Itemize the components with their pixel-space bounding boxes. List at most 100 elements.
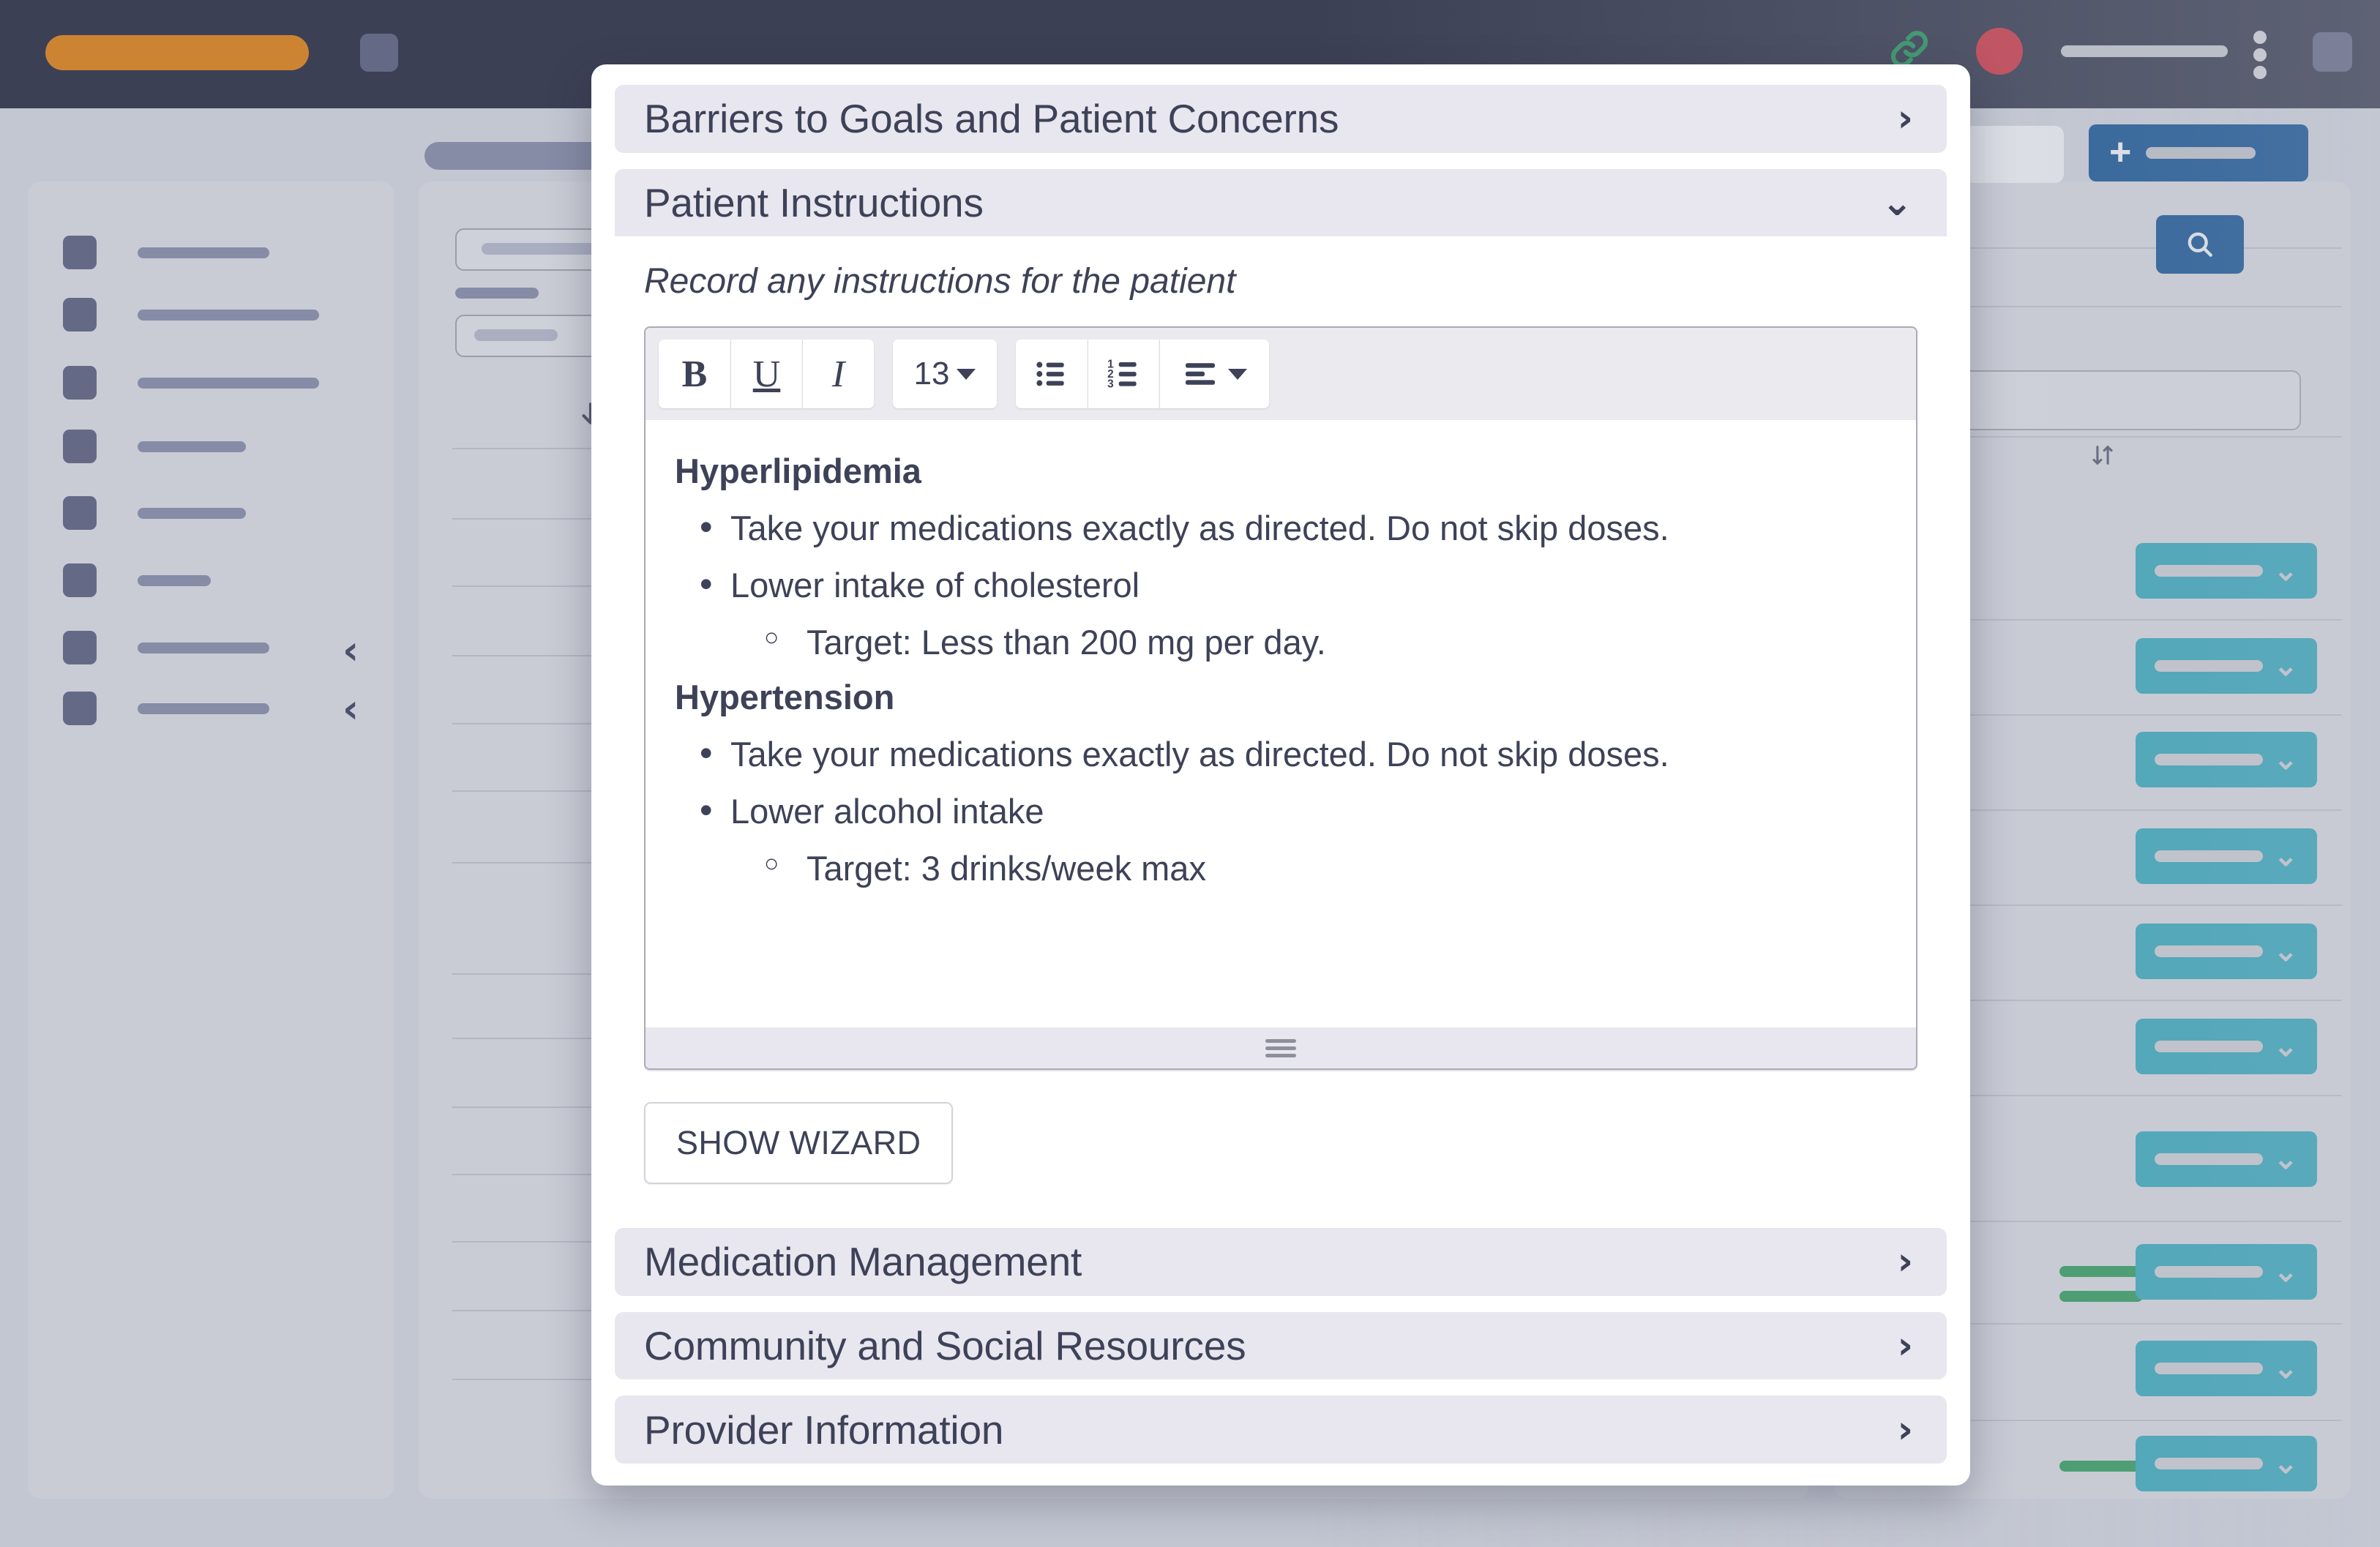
row-action-select[interactable]: ⌄ — [2136, 638, 2317, 694]
patient-plan-dialog: Barriers to Goals and Patient Concerns ›… — [591, 64, 1970, 1486]
list-divider — [452, 1310, 596, 1311]
list-divider — [452, 1106, 596, 1108]
list-item-nested: Target: Less than 200 mg per day. — [675, 620, 1887, 665]
section-subtitle: Record any instructions for the patient — [644, 262, 1236, 301]
sidebar-item[interactable] — [63, 430, 246, 463]
row-action-select[interactable]: ⌄ — [2136, 1019, 2317, 1074]
row-divider — [1945, 1095, 2342, 1096]
list-item-nested: Target: 3 drinks/week max — [675, 846, 1887, 891]
sidebar-item[interactable] — [63, 366, 319, 400]
row-action-value — [2155, 565, 2263, 577]
bold-button[interactable]: B — [659, 340, 730, 409]
row-divider — [1945, 1000, 2342, 1001]
accordion-provider-information[interactable]: Provider Information › — [615, 1396, 1947, 1464]
sidebar-item-icon — [63, 298, 97, 332]
chevron-down-icon: ⌄ — [2273, 1143, 2298, 1175]
chevron-down-icon: ⌄ — [2273, 650, 2298, 682]
row-action-value — [2155, 660, 2263, 672]
numbered-list-icon: 1 2 3 — [1107, 359, 1137, 391]
list-divider — [452, 655, 596, 656]
chevron-right-icon: › — [1897, 1407, 1913, 1452]
row-action-select[interactable]: ⌄ — [2136, 828, 2317, 884]
list-divider — [452, 518, 596, 520]
sidebar-item-icon — [63, 631, 97, 664]
numbered-list-button[interactable]: 1 2 3 — [1088, 340, 1159, 409]
row-divider — [1945, 714, 2342, 716]
content-heading: Hyperlipidemia — [675, 452, 921, 491]
search-button[interactable] — [2156, 215, 2244, 274]
row-action-value — [2155, 754, 2263, 765]
list-item: Take your medications exactly as directe… — [675, 503, 1887, 551]
font-size-select[interactable]: 13 — [893, 340, 997, 409]
italic-button[interactable]: I — [802, 340, 874, 409]
sidebar-item-label — [138, 247, 269, 258]
right-panel-divider — [1947, 247, 2342, 249]
row-action-select[interactable]: ⌄ — [2136, 543, 2317, 599]
sidebar-item[interactable] — [63, 631, 269, 664]
sort-icon[interactable] — [2090, 438, 2115, 473]
list-item: Lower alcohol intake — [675, 786, 1887, 834]
row-action-select[interactable]: ⌄ — [2136, 732, 2317, 787]
underline-button[interactable]: U — [730, 340, 802, 409]
accordion-medication-management[interactable]: Medication Management › — [615, 1228, 1947, 1296]
sidebar-item-icon — [63, 430, 97, 463]
list-divider — [452, 448, 596, 449]
row-action-select[interactable]: ⌄ — [2136, 1131, 2317, 1187]
list-item: Take your medications exactly as directe… — [675, 729, 1887, 777]
accordion-community-social-resources[interactable]: Community and Social Resources › — [615, 1311, 1947, 1380]
row-action-select[interactable]: ⌄ — [2136, 924, 2317, 979]
editor-resize-handle[interactable] — [645, 1027, 1916, 1069]
sidebar-item[interactable] — [63, 563, 211, 597]
content-list: Take your medications exactly as directe… — [675, 729, 1887, 891]
sidebar-item-icon — [63, 496, 97, 530]
grip-icon — [1265, 1035, 1296, 1061]
list-divider — [452, 1174, 596, 1175]
avatar[interactable] — [1976, 28, 2023, 75]
middle-filter-label — [455, 288, 539, 299]
more-vertical-icon[interactable] — [2253, 31, 2267, 79]
font-size-value: 13 — [913, 356, 950, 392]
row-divider — [1945, 1323, 2342, 1325]
accordion-title: Barriers to Goals and Patient Concerns — [644, 96, 1339, 142]
content-list: Take your medications exactly as directe… — [675, 503, 1887, 665]
chevron-left-icon[interactable]: ‹ — [343, 631, 359, 670]
row-action-select[interactable]: ⌄ — [2136, 1244, 2317, 1300]
topbar-apps-button[interactable] — [2313, 32, 2352, 72]
row-action-select[interactable]: ⌄ — [2136, 1341, 2317, 1396]
accordion-title: Medication Management — [644, 1239, 1082, 1285]
accordion-barriers-to-goals[interactable]: Barriers to Goals and Patient Concerns › — [615, 85, 1947, 153]
font-size-group: 13 — [893, 340, 997, 409]
row-action-select[interactable]: ⌄ — [2136, 1436, 2317, 1491]
right-toolbar-chip[interactable] — [1964, 126, 2064, 183]
row-action-value — [2155, 1153, 2263, 1165]
sidebar-item[interactable] — [63, 692, 269, 725]
list-divider — [452, 1241, 596, 1243]
sidebar-item[interactable] — [63, 298, 319, 332]
add-button[interactable]: + — [2089, 124, 2308, 181]
chevron-down-icon: ⌄ — [1881, 180, 1913, 225]
list-item: Lower intake of cholesterol — [675, 560, 1887, 608]
sidebar-item-label — [138, 507, 246, 519]
middle-filter-value — [474, 329, 558, 341]
rich-text-editor: B U I 13 1 2 3 Hyperlipidemia • Take you… — [644, 326, 1917, 1071]
show-wizard-button[interactable]: SHOW WIZARD — [644, 1102, 954, 1185]
add-button-label — [2146, 147, 2256, 159]
editor-content-area[interactable]: Hyperlipidemia Take your medications exa… — [645, 420, 1916, 1027]
patient-instructions-body: Record any instructions for the patient … — [615, 236, 1947, 1213]
sidebar-item[interactable] — [63, 496, 246, 530]
accordion-title: Community and Social Resources — [644, 1323, 1246, 1369]
sidebar-item[interactable] — [63, 236, 269, 269]
chevron-left-icon[interactable]: ‹ — [343, 689, 359, 729]
bulleted-list-button[interactable] — [1016, 340, 1088, 409]
row-divider — [1945, 1221, 2342, 1222]
align-select[interactable] — [1159, 340, 1269, 409]
row-action-value — [2155, 1458, 2263, 1469]
list-divider — [452, 723, 596, 724]
topbar-menu-button[interactable] — [360, 34, 398, 72]
accordion-patient-instructions[interactable]: Patient Instructions ⌄ — [615, 168, 1947, 237]
row-status-good — [2059, 1291, 2143, 1302]
sidebar-item-label — [138, 642, 269, 653]
sidebar-item-label — [138, 703, 269, 714]
list-divider — [452, 862, 596, 864]
right-filter-input[interactable] — [1947, 370, 2301, 430]
